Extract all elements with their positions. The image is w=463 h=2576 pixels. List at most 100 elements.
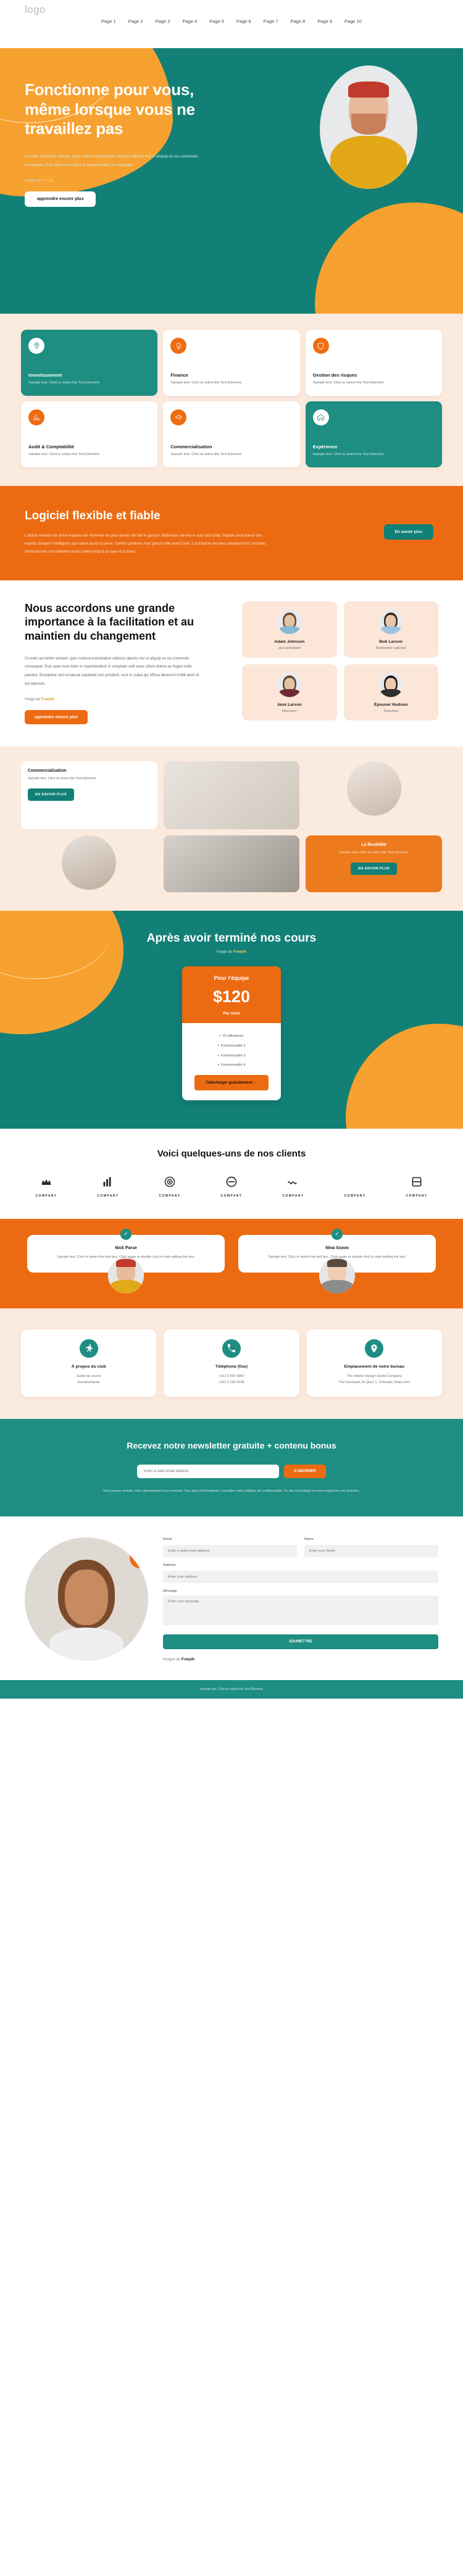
phone-badge-icon — [130, 1547, 148, 1569]
testimonials-grid: ✓ Nick Parse Sample text. Click to select … — [27, 1228, 436, 1294]
features-section: Investissement Sample text. Click to sele… — [0, 314, 463, 486]
team-section: Nous accordons une grande importance à l… — [0, 580, 463, 747]
nav-link-6[interactable]: Page 6 — [236, 19, 251, 24]
feature-card-title: Finance — [170, 372, 188, 378]
newsletter-title: Recevez notre newsletter gratuite + cont… — [127, 1441, 336, 1451]
name-label: Name — [304, 1537, 314, 1542]
nav-link-5[interactable]: Page 5 — [209, 19, 224, 24]
contact-image-credit: Images de Freepik — [163, 1658, 438, 1662]
collage-card-title: Commercialisation — [28, 769, 67, 774]
team-member-card[interactable]: Bob Larson Partenaire national — [343, 601, 438, 658]
team-member-card[interactable]: Adam Johnson vice-président — [242, 601, 337, 658]
collage-card1-button[interactable]: EN SAVOIR PLUS — [28, 788, 75, 801]
newsletter-section: Recevez notre newsletter gratuite + cont… — [0, 1419, 463, 1517]
nav-link-8[interactable]: Page 8 — [290, 19, 305, 24]
credit-prefix: Image de — [216, 950, 233, 955]
team-member-name: Bob Larson — [379, 639, 403, 644]
team-members-grid: Adam Johnson vice-président Bob Larson Part… — [242, 601, 438, 725]
map-pin-icon — [365, 1339, 384, 1358]
feature-card[interactable]: Commercialisation Sample text. Click to s… — [163, 401, 300, 467]
team-cta-button[interactable]: apprendre encore plus — [25, 710, 88, 725]
feature-card[interactable]: Audit & Comptabilité Sample text. Click t… — [21, 401, 158, 467]
contact-section: Email Name Address Message SOUMETTRE Ima… — [0, 1516, 463, 1681]
footer-text: Sample text. Click to select the Text El… — [199, 1687, 264, 1692]
info-card-title: À propos du club — [71, 1364, 106, 1369]
hero-cta-button[interactable]: apprendre encore plus — [25, 191, 96, 207]
plan-title: Pour l'équipe — [214, 975, 249, 982]
hero-paragraph: Ut enim ad minim veniam, quis nostrud ex… — [25, 154, 198, 167]
site-logo[interactable]: logo — [25, 4, 46, 16]
hero-blob-right — [315, 203, 463, 314]
site-footer: Sample text. Click to select the Text El… — [0, 1680, 463, 1699]
plan-feature-item: 15 utilisateurs — [203, 1033, 260, 1040]
testimonial-avatar — [108, 1257, 144, 1294]
feature-card-text: Sample text. Click to select the Text El… — [28, 381, 100, 385]
info-card: Emplacement de notre bureau The Interior … — [306, 1329, 442, 1397]
nav-link-10[interactable]: Page 10 — [344, 19, 362, 24]
home-icon — [312, 409, 329, 425]
team-member-card[interactable]: Épouser Hudson Directeur — [343, 664, 438, 721]
nav-link-4[interactable]: Page 4 — [182, 19, 197, 24]
team-member-role: Partenaire national — [375, 646, 406, 650]
client-logo: COMPANY — [272, 1174, 315, 1198]
feature-card[interactable]: Finance Sample text. Click to select the … — [163, 330, 300, 396]
newsletter-subscribe-button[interactable]: S'ABONNER — [284, 1464, 326, 1478]
pricing-plan-card: Pour l'équipe $120 Par mois 15 utilisate… — [182, 966, 281, 1100]
hero-portrait — [320, 65, 417, 189]
newsletter-note: Vous pouvez annuler votre abonnement à t… — [102, 1489, 361, 1493]
feature-card[interactable]: Investissement Sample text. Click to sele… — [21, 330, 158, 396]
newsletter-email-input[interactable] — [137, 1464, 280, 1478]
nav-link-9[interactable]: Page 9 — [317, 19, 332, 24]
client-logo-row: COMPANY COMPANY COMPANY COMPANY COMPANY COMPA… — [25, 1174, 438, 1198]
nav-link-2[interactable]: Page 2 — [128, 19, 143, 24]
client-logo-name: COMPANY — [159, 1194, 181, 1198]
pricing-section: Après avoir terminé nos cours Image de F… — [0, 911, 463, 1129]
client-logo: COMPANY — [148, 1174, 191, 1198]
testimonials-section: ✓ Nick Parse Sample text. Click to select … — [0, 1218, 463, 1308]
plan-download-button[interactable]: Télécharger gratuitement → — [194, 1074, 269, 1090]
feature-card[interactable]: Gestion des risques Sample text. Click to… — [305, 330, 442, 396]
collage-card2-button[interactable]: EN SAVOIR PLUS — [351, 863, 398, 876]
feature-card-text: Sample text. Click to select the Text El… — [28, 452, 100, 456]
team-image-credit: Image de Freepik — [25, 698, 228, 701]
info-card-line: Guide de course — [76, 1374, 101, 1378]
info-card-line: The Courtyard, Al Quoz 1, Colorado, État… — [338, 1381, 411, 1385]
client-logo: COMPANY — [210, 1174, 253, 1198]
collage-photo-hands — [163, 761, 300, 830]
team-title: Nous accordons une grande importance à l… — [25, 601, 194, 643]
message-field[interactable] — [163, 1595, 438, 1626]
collage-photo-woman — [346, 761, 401, 816]
name-field[interactable] — [304, 1545, 438, 1558]
team-member-name: Épouser Hudson — [374, 702, 408, 707]
email-field[interactable] — [163, 1545, 297, 1558]
avatar — [277, 609, 302, 634]
team-member-name: Adam Johnson — [274, 639, 305, 644]
nav-link-3[interactable]: Page 3 — [156, 19, 170, 24]
newsletter-form: S'ABONNER — [25, 1464, 438, 1478]
feature-card-text: Sample text. Click to select the Text El… — [312, 452, 385, 456]
freepik-link[interactable]: Freepik — [233, 950, 246, 954]
address-label: Address — [163, 1563, 176, 1568]
feature-card[interactable]: Expérience Sample text. Click to select t… — [305, 401, 442, 467]
nav-link-1[interactable]: Page 1 — [101, 19, 116, 24]
freepik-link[interactable]: Freepik — [41, 698, 54, 701]
band-cta-button[interactable]: En savoir plus — [383, 524, 433, 540]
circle-icon — [210, 1174, 253, 1190]
avatar — [378, 672, 404, 697]
info-card-line: +912 5 252 3336 — [219, 1381, 244, 1385]
plan-feature-item: Fonctionnalité 3 — [203, 1053, 260, 1060]
freepik-link[interactable]: Freepik — [181, 1658, 194, 1662]
hero-image-credit: Image de Freepik — [25, 179, 210, 183]
team-member-card[interactable]: Jeux Larson Directeur — [242, 664, 337, 721]
plan-feature-item: Fonctionnalité 2 — [203, 1043, 260, 1050]
freepik-link[interactable]: Freepik — [41, 179, 54, 183]
client-logo-name: COMPANY — [97, 1194, 119, 1198]
address-field[interactable] — [163, 1571, 438, 1584]
pricing-blob-right — [346, 1023, 463, 1129]
shield-icon — [333, 1174, 377, 1190]
info-cards-section: À propos du club Guide de course Entraînem… — [0, 1308, 463, 1420]
feature-card-text: Sample text. Click to select the Text El… — [170, 452, 243, 456]
nav-link-7[interactable]: Page 7 — [264, 19, 278, 24]
client-logo-name: COMPANY — [220, 1194, 243, 1198]
submit-button[interactable]: SOUMETTRE — [163, 1634, 438, 1650]
